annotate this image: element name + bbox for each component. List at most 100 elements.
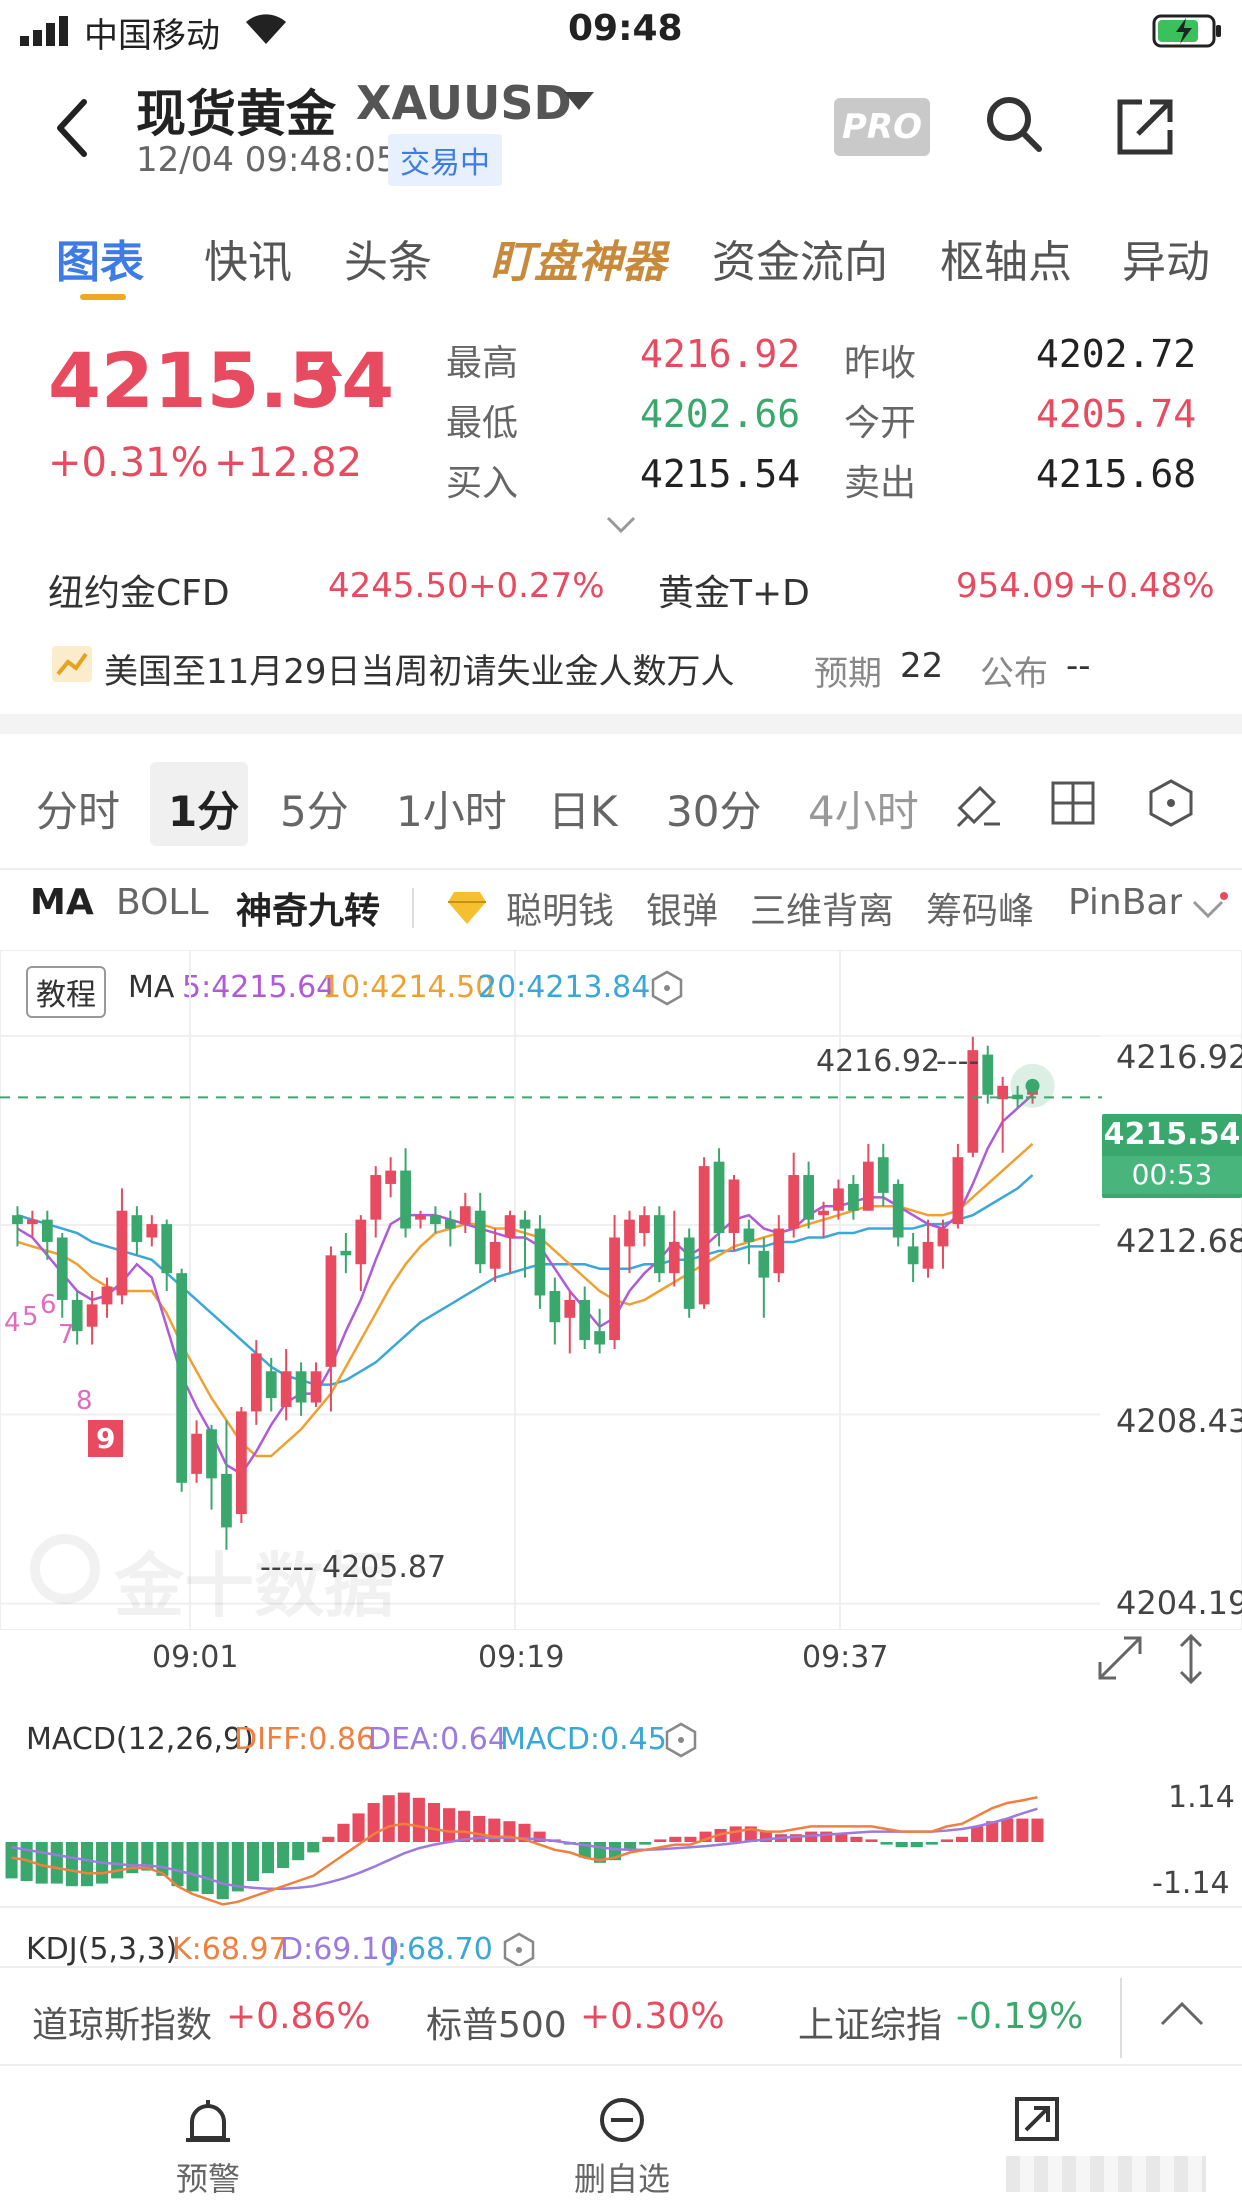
battery-charging-icon xyxy=(1152,14,1221,48)
candle-body xyxy=(653,1215,665,1274)
event-publish-label: 公布 xyxy=(980,654,1048,694)
tab-chart[interactable]: 图表 xyxy=(56,226,144,290)
candle-body xyxy=(594,1331,606,1345)
nav-alert[interactable]: 预警 xyxy=(176,2154,240,2200)
period-1min[interactable]: 1分 xyxy=(168,778,239,839)
index-ticker[interactable]: 道琼斯指数 +0.86% 标普500 +0.30% 上证综指 -0.19% xyxy=(0,1966,1242,2066)
kdj-k: K:68.97 xyxy=(172,1932,288,1967)
search-icon[interactable] xyxy=(984,94,1044,154)
candle-body xyxy=(295,1371,307,1403)
candle-body xyxy=(474,1210,486,1265)
candle-body xyxy=(415,1215,426,1220)
current-price-tag-price: 4215.54 xyxy=(1103,1117,1241,1152)
prev-close-value: 4202.72 xyxy=(1036,332,1197,376)
chevron-up-icon[interactable] xyxy=(1158,1998,1206,2028)
tab-active-indicator xyxy=(80,294,126,300)
tab-fund-flow[interactable]: 资金流向 xyxy=(712,226,888,290)
candlestick-chart[interactable] xyxy=(0,950,1242,1630)
instrument-code[interactable]: XAUUSD xyxy=(356,76,572,130)
indicator-ma[interactable]: MA xyxy=(30,882,94,923)
expand-chevron-icon[interactable] xyxy=(606,516,636,534)
indicator-silver-bullet[interactable]: 银弹 xyxy=(646,882,718,934)
period-1hour[interactable]: 1小时 xyxy=(396,778,507,839)
clock: 09:48 xyxy=(568,8,683,49)
nav-remove-watchlist[interactable]: 删自选 xyxy=(574,2154,670,2200)
section-divider-thin xyxy=(0,868,1242,870)
layout-grid-icon[interactable] xyxy=(1050,780,1096,826)
wifi-icon xyxy=(246,14,286,44)
share-icon[interactable] xyxy=(1116,98,1174,156)
related-b-name[interactable]: 黄金T+D xyxy=(658,564,810,616)
kdj-settings-icon[interactable] xyxy=(502,1932,536,1968)
candle-body xyxy=(41,1219,53,1242)
high-annotation: 4216.92 xyxy=(816,1044,941,1079)
macd-diff: DIFF:0.86 xyxy=(234,1722,376,1757)
macd-bar xyxy=(397,1792,410,1842)
tab-flash-news[interactable]: 快讯 xyxy=(204,226,292,290)
macd-bar xyxy=(307,1842,320,1853)
candle-body xyxy=(191,1433,202,1474)
nine-turn-count: 5 xyxy=(22,1302,39,1332)
candle-body xyxy=(713,1161,725,1234)
settings-hex-icon[interactable] xyxy=(1148,778,1194,828)
period-daily[interactable]: 日K xyxy=(548,778,618,839)
tab-abnormal[interactable]: 异动 xyxy=(1122,226,1210,290)
macd-bar xyxy=(231,1842,244,1892)
tab-headlines[interactable]: 头条 xyxy=(344,226,432,290)
indicator-more-icon[interactable] xyxy=(1190,892,1230,922)
event-forecast-value: 22 xyxy=(900,646,944,686)
back-icon[interactable] xyxy=(54,98,90,158)
macd-chart[interactable] xyxy=(0,1760,1242,1910)
ticker-separator xyxy=(1120,1978,1122,2058)
event-title[interactable]: 美国至11月29日当周初请失业金人数万人 xyxy=(104,644,735,693)
candle-body xyxy=(952,1157,964,1225)
candle-countdown: 00:53 xyxy=(1102,1156,1242,1194)
period-5min[interactable]: 5分 xyxy=(280,778,349,839)
candle-body xyxy=(489,1241,501,1269)
alarm-icon[interactable] xyxy=(184,2098,232,2144)
period-4hour[interactable]: 4小时 xyxy=(808,778,919,839)
candle-body xyxy=(325,1255,337,1367)
indicator-boll[interactable]: BOLL xyxy=(116,882,209,923)
indicator-divergence[interactable]: 三维背离 xyxy=(750,882,894,934)
candle-body xyxy=(176,1273,188,1483)
macd-bar xyxy=(910,1842,923,1848)
indicator-nine-turn[interactable]: 神奇九转 xyxy=(236,882,380,934)
macd-bar xyxy=(820,1831,833,1842)
tab-pivot-points[interactable]: 枢轴点 xyxy=(940,226,1072,290)
ask-value: 4215.68 xyxy=(1036,452,1197,496)
candle-body xyxy=(862,1161,874,1211)
kdj-divider xyxy=(0,1906,1242,1908)
period-tick[interactable]: 分时 xyxy=(36,778,120,839)
macd-settings-icon[interactable] xyxy=(664,1722,698,1758)
vertical-resize-icon[interactable] xyxy=(1176,1632,1206,1686)
indicator-separator xyxy=(412,888,414,928)
related-b-pct: +0.48% xyxy=(1078,566,1215,606)
fullscreen-icon[interactable] xyxy=(1096,1634,1144,1682)
period-30min[interactable]: 30分 xyxy=(666,778,761,839)
time-axis-label: 09:01 xyxy=(152,1640,239,1675)
indicator-chip-peak[interactable]: 筹码峰 xyxy=(926,882,1034,934)
price-axis-label: 4208.43 xyxy=(1116,1402,1242,1440)
share-nav-icon[interactable] xyxy=(1014,2096,1060,2142)
tab-watch-tool[interactable]: 盯盘神器 xyxy=(490,226,666,290)
macd-bar xyxy=(729,1826,742,1842)
macd-bar xyxy=(955,1836,969,1842)
event-publish-value: -- xyxy=(1066,646,1091,686)
current-price-dot xyxy=(1025,1078,1040,1093)
related-a-price: 4245.50 xyxy=(328,566,469,606)
chevron-down-icon[interactable] xyxy=(564,92,594,112)
related-a-name[interactable]: 纽约金CFD xyxy=(48,564,230,616)
candle-body xyxy=(56,1237,68,1300)
indicator-pinbar[interactable]: PinBar xyxy=(1068,882,1182,923)
candle-body xyxy=(86,1304,98,1327)
draw-tool-icon[interactable] xyxy=(954,778,1004,828)
indicator-smart-money[interactable]: 聪明钱 xyxy=(506,882,614,934)
share-label-mosaic xyxy=(1006,2156,1206,2192)
pro-badge[interactable]: PRO xyxy=(834,98,930,156)
open-value: 4205.74 xyxy=(1036,392,1197,436)
remove-watchlist-icon[interactable] xyxy=(598,2096,646,2144)
candle-body xyxy=(340,1250,352,1256)
price-axis-label: 4212.68 xyxy=(1116,1222,1242,1260)
candle-body xyxy=(728,1179,740,1234)
